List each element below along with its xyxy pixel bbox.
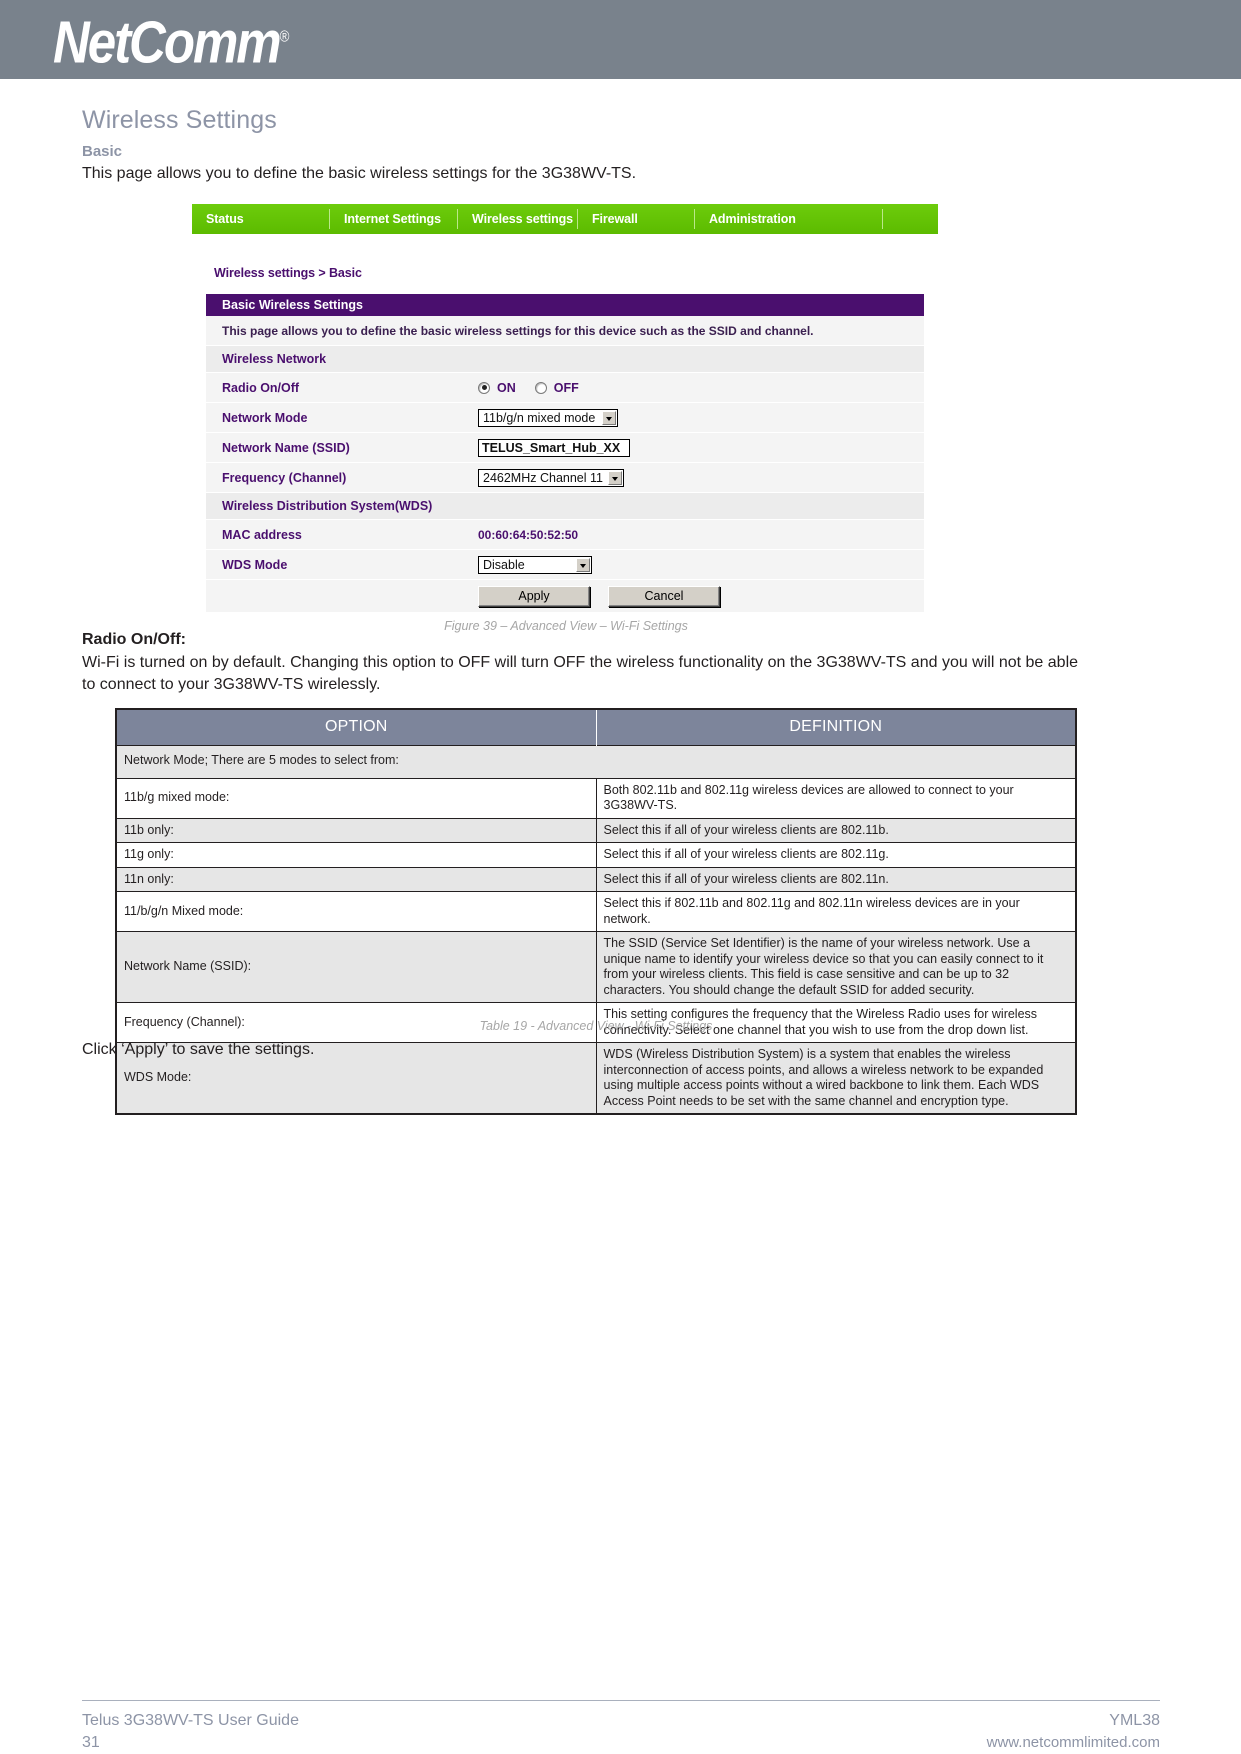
group-heading-cell: Network Mode; There are 5 modes to selec… (115, 745, 1077, 779)
figure-caption: Figure 39 – Advanced View – Wi-Fi Settin… (444, 619, 688, 633)
table-row: 11b only: Select this if all of your wir… (115, 817, 1077, 843)
nav-tab-wireless-settings[interactable]: Wireless settings (458, 209, 578, 229)
select-wds-mode[interactable]: Disable (478, 555, 592, 574)
footer-page-number: 31 (82, 1734, 100, 1751)
table-caption: Table 19 - Advanced View - Wi-Fi Setting… (479, 1019, 713, 1033)
radio-onoff-paragraph: Wi-Fi is turned on by default. Changing … (82, 654, 1079, 693)
cell-option: 11/b/g/n Mixed mode: (115, 891, 597, 932)
breadcrumb: Wireless settings > Basic (214, 266, 362, 280)
cell-option: 11g only: (115, 842, 597, 868)
cell-option: Network Name (SSID): (115, 931, 597, 1003)
chevron-down-icon[interactable] (602, 410, 616, 425)
label-wds-mode: WDS Mode (222, 557, 288, 572)
radio-label-off: OFF (553, 380, 579, 395)
select-network-mode[interactable]: 11b/g/n mixed mode (478, 408, 618, 427)
table-row: 11g only: Select this if all of your wir… (115, 842, 1077, 868)
section-header-wireless-network: Wireless Network (206, 346, 924, 373)
nav-tab-firewall[interactable]: Firewall (578, 209, 695, 229)
closing-instruction: Click ‘Apply’ to save the settings. (82, 1041, 315, 1058)
column-header-option: OPTION (116, 709, 597, 746)
chevron-down-icon[interactable] (608, 470, 622, 485)
intro-paragraph: This page allows you to define the basic… (82, 165, 637, 182)
cell-definition: Select this if all of your wireless clie… (595, 842, 1077, 868)
cell-definition: Select this if all of your wireless clie… (595, 866, 1077, 892)
footer-doc-code: YML38 (1109, 1712, 1160, 1729)
label-radio-onoff: Radio On/Off (222, 380, 300, 395)
panel-description: This page allows you to define the basic… (206, 316, 924, 346)
column-header-definition: DEFINITION (596, 709, 1076, 746)
cell-definition: Select this if all of your wireless clie… (595, 817, 1077, 843)
section-header-wds: Wireless Distribution System(WDS) (206, 493, 924, 520)
form-row-ssid: Network Name (SSID) TELUS_Smart_Hub_XX (206, 433, 924, 463)
select-wds-mode-value: Disable (483, 557, 525, 572)
form-row-frequency: Frequency (Channel) 2462MHz Channel 11 (206, 463, 924, 493)
value-frequency: 2462MHz Channel 11 (478, 468, 924, 487)
cell-option: 11b/g mixed mode: (115, 777, 597, 819)
apply-button[interactable]: Apply (478, 585, 590, 607)
value-network-mode: 11b/g/n mixed mode (478, 408, 924, 427)
panel-title: Basic Wireless Settings (206, 294, 924, 316)
value-wds-mode: Disable (478, 555, 924, 574)
table-row: Network Name (SSID): The SSID (Service S… (115, 931, 1077, 1003)
nav-tab-internet-settings[interactable]: Internet Settings (330, 209, 458, 229)
label-frequency: Frequency (Channel) (222, 470, 347, 485)
value-radio-onoff: ON OFF (478, 381, 924, 395)
cancel-button[interactable]: Cancel (608, 585, 720, 607)
table-header-row: OPTION DEFINITION (116, 709, 1076, 746)
cell-definition: Both 802.11b and 802.11g wireless device… (595, 777, 1077, 819)
select-frequency-value: 2462MHz Channel 11 (483, 470, 603, 485)
footer-website: www.netcommlimited.com (986, 1734, 1160, 1751)
label-network-mode: Network Mode (222, 410, 308, 425)
netcomm-logo: NetComm® (53, 8, 289, 76)
cell-definition: Select this if 802.11b and 802.11g and 8… (595, 891, 1077, 932)
mac-address-readonly: 00:60:64:50:52:50 (478, 527, 579, 542)
router-ui-screenshot: Status Internet Settings Wireless settin… (192, 204, 940, 633)
table-row: 11b/g mixed mode: Both 802.11b and 802.1… (115, 777, 1077, 819)
panel-action-bar: Apply Cancel (206, 580, 924, 612)
table-row: 11/b/g/n Mixed mode: Select this if 802.… (115, 891, 1077, 932)
cell-option: 11n only: (115, 866, 597, 892)
cell-option: 11b only: (115, 817, 597, 843)
registered-trademark-icon: ® (279, 27, 290, 45)
footer-left-block: Telus 3G38WV-TS User Guide 31 (82, 1710, 299, 1754)
table-row: 11n only: Select this if all of your wir… (115, 866, 1077, 892)
chevron-down-icon[interactable] (576, 557, 590, 572)
nav-tab-status[interactable]: Status (192, 209, 330, 229)
basic-wireless-settings-panel: Basic Wireless Settings This page allows… (206, 294, 924, 612)
footer-guide-title: Telus 3G38WV-TS User Guide (82, 1712, 299, 1729)
router-nav-bar: Status Internet Settings Wireless settin… (192, 204, 938, 234)
nav-tab-administration[interactable]: Administration (695, 209, 883, 229)
cell-definition: WDS (Wireless Distribution System) is a … (595, 1042, 1077, 1115)
form-row-network-mode: Network Mode 11b/g/n mixed mode (206, 403, 924, 433)
label-ssid: Network Name (SSID) (222, 440, 350, 455)
select-network-mode-value: 11b/g/n mixed mode (483, 410, 596, 425)
footer-right-block: YML38 www.netcommlimited.com (987, 1710, 1160, 1754)
radio-button-off[interactable] (534, 381, 547, 394)
table-head: OPTION DEFINITION (116, 709, 1076, 746)
brand-header-band: NetComm® (0, 0, 1241, 79)
form-row-radio-onoff: Radio On/Off ON OFF (206, 373, 924, 403)
radio-onoff-heading: Radio On/Off: (82, 631, 186, 648)
input-ssid[interactable]: TELUS_Smart_Hub_XX (478, 438, 630, 457)
footer-divider (82, 1700, 1160, 1701)
radio-label-on: ON (497, 380, 516, 395)
form-row-mac-address: MAC address 00:60:64:50:52:50 (206, 520, 924, 550)
value-ssid: TELUS_Smart_Hub_XX (478, 438, 924, 457)
section-subtitle: Basic (82, 143, 123, 160)
value-mac-address: 00:60:64:50:52:50 (478, 528, 924, 542)
radio-button-on[interactable] (478, 381, 490, 394)
radio-group-radio-onoff[interactable]: ON OFF (478, 381, 591, 395)
table-row-group-heading: Network Mode; There are 5 modes to selec… (115, 745, 1077, 779)
select-frequency-channel[interactable]: 2462MHz Channel 11 (478, 468, 624, 487)
page-title: Wireless Settings (82, 106, 277, 134)
logo-wordmark: NetComm (53, 9, 282, 76)
cell-definition: The SSID (Service Set Identifier) is the… (595, 931, 1077, 1003)
nav-tab-spacer (883, 209, 938, 229)
label-mac-address: MAC address (222, 527, 302, 542)
form-row-wds-mode: WDS Mode Disable (206, 550, 924, 580)
